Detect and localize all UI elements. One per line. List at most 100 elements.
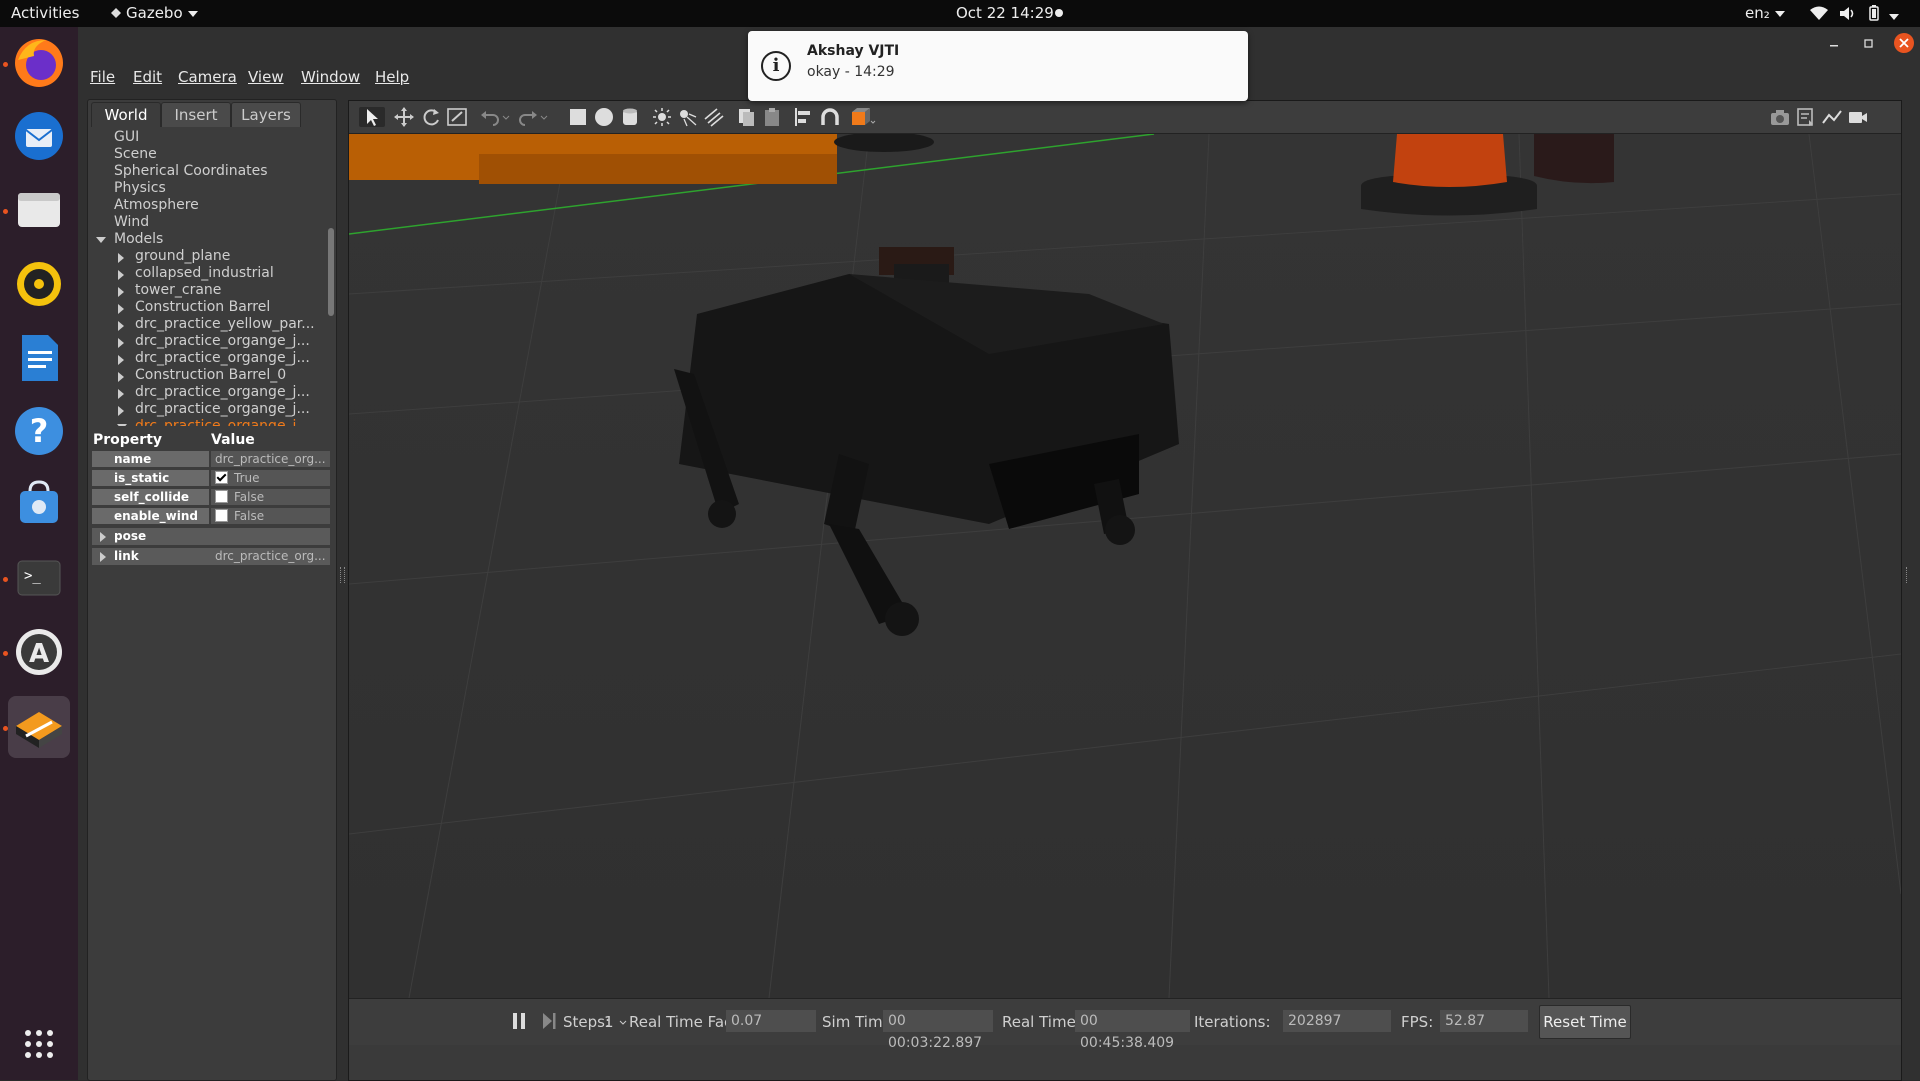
menu-window[interactable]: Window [301,68,360,86]
property-row-enable-wind[interactable]: enable_wind False [92,508,330,525]
model-item[interactable]: Construction Barrel [135,299,270,316]
model-item-selected[interactable]: drc_practice_organge_j... [135,418,310,426]
tree-item-spherical-coordinates[interactable]: Spherical Coordinates [114,163,268,180]
app-menu[interactable]: Gazebo [110,4,198,22]
terminal-launcher[interactable]: >_ [8,547,70,609]
panel-splitter[interactable] [340,567,345,583]
tree-scrollbar[interactable] [328,228,334,316]
clock[interactable]: Oct 22 14:29 [956,4,1054,22]
model-item[interactable]: Construction Barrel_0 [135,367,286,384]
model-item[interactable]: collapsed_industrial [135,265,274,282]
tree-item-wind[interactable]: Wind [114,214,149,231]
maximize-button[interactable] [1859,33,1879,53]
menu-view[interactable]: View [248,68,284,86]
select-mode-button[interactable] [359,107,385,127]
sphere-shape-button[interactable] [593,107,615,127]
tab-layers[interactable]: Layers [231,102,301,127]
step-button[interactable] [541,1012,557,1030]
steps-spinbox[interactable]: 1 [604,1013,628,1031]
model-item[interactable]: drc_practice_yellow_par... [135,316,315,333]
tree-item-physics[interactable]: Physics [114,180,166,197]
model-item[interactable]: tower_crane [135,282,221,299]
software-store-launcher[interactable] [8,473,70,535]
expand-arrow-icon[interactable] [96,237,106,243]
checkbox-unchecked[interactable] [215,509,228,522]
tab-insert[interactable]: Insert [161,102,231,127]
help-launcher[interactable]: ? [8,400,70,462]
view-angle-button[interactable] [849,107,877,127]
menu-file[interactable]: File [90,68,115,86]
expand-arrow-icon[interactable] [117,424,127,426]
firefox-launcher[interactable] [8,32,70,94]
collapsed-arrow-icon[interactable] [118,389,124,399]
menu-camera[interactable]: Camera [178,68,237,86]
property-row-pose[interactable]: pose [92,528,330,545]
translate-mode-button[interactable] [393,107,415,127]
thunderbird-launcher[interactable] [8,105,70,167]
undo-button[interactable] [479,107,501,127]
paste-button[interactable] [761,107,783,127]
redo-history-button[interactable] [539,107,549,127]
spot-light-button[interactable] [677,107,699,127]
collapsed-arrow-icon[interactable] [118,355,124,365]
gazebo-launcher[interactable] [8,696,70,758]
menu-edit[interactable]: Edit [133,68,162,86]
minimize-button[interactable] [1825,33,1845,53]
model-item[interactable]: drc_practice_organge_j... [135,384,310,401]
box-shape-button[interactable] [567,107,589,127]
collapsed-arrow-icon[interactable] [118,287,124,297]
input-source-menu[interactable]: en₂ [1745,4,1785,22]
model-item[interactable]: drc_practice_organge_j... [135,350,310,367]
collapsed-arrow-icon[interactable] [100,532,106,542]
system-status-menu[interactable] [1810,5,1900,25]
tree-item-scene[interactable]: Scene [114,146,157,163]
align-button[interactable] [793,107,815,127]
collapsed-arrow-icon[interactable] [118,304,124,314]
tree-item-models[interactable]: Models [114,231,163,248]
property-row-self-collide[interactable]: self_collide False [92,489,330,506]
rotate-mode-button[interactable] [420,107,442,127]
redo-button[interactable] [517,107,539,127]
property-row-link[interactable]: link drc_practice_org... [92,548,330,565]
software-updater-launcher[interactable]: A [8,621,70,683]
reset-time-button[interactable]: Reset Time [1539,1005,1631,1039]
collapsed-arrow-icon[interactable] [100,552,106,562]
collapsed-arrow-icon[interactable] [118,253,124,263]
screenshot-button[interactable] [1769,107,1791,127]
record-video-button[interactable] [1847,107,1869,127]
model-item[interactable]: ground_plane [135,248,230,265]
copy-button[interactable] [735,107,757,127]
collapsed-arrow-icon[interactable] [118,406,124,416]
files-launcher[interactable] [8,179,70,241]
tab-world[interactable]: World [91,102,161,127]
collapsed-arrow-icon[interactable] [118,270,124,280]
rhythmbox-launcher[interactable] [8,253,70,315]
menu-help[interactable]: Help [375,68,409,86]
point-light-button[interactable] [651,107,673,127]
model-item[interactable]: drc_practice_organge_j... [135,333,310,350]
close-button[interactable] [1894,33,1914,53]
notification-banner[interactable]: i Akshay VJTI okay - 14:29 [748,31,1248,101]
collapsed-arrow-icon[interactable] [118,321,124,331]
collapsed-arrow-icon[interactable] [118,372,124,382]
snap-button[interactable] [819,107,841,127]
property-row-name[interactable]: name drc_practice_org... [92,451,330,468]
directional-light-button[interactable] [703,107,725,127]
tree-item-atmosphere[interactable]: Atmosphere [114,197,199,214]
activities-button[interactable]: Activities [11,4,79,22]
3d-scene-view[interactable] [349,134,1901,998]
scale-mode-button[interactable] [446,107,468,127]
model-item[interactable]: drc_practice_organge_j... [135,401,310,418]
writer-launcher[interactable] [8,327,70,389]
show-applications-button[interactable] [8,1013,70,1075]
checkbox-unchecked[interactable] [215,490,228,503]
pause-button[interactable] [511,1012,527,1030]
cylinder-shape-button[interactable] [619,107,641,127]
undo-history-button[interactable] [501,107,511,127]
property-row-is-static[interactable]: is_static True [92,470,330,487]
right-panel-splitter[interactable] [1906,567,1910,583]
collapsed-arrow-icon[interactable] [118,338,124,348]
log-button[interactable] [1795,107,1817,127]
plot-button[interactable] [1821,107,1843,127]
checkbox-checked[interactable] [215,471,228,484]
